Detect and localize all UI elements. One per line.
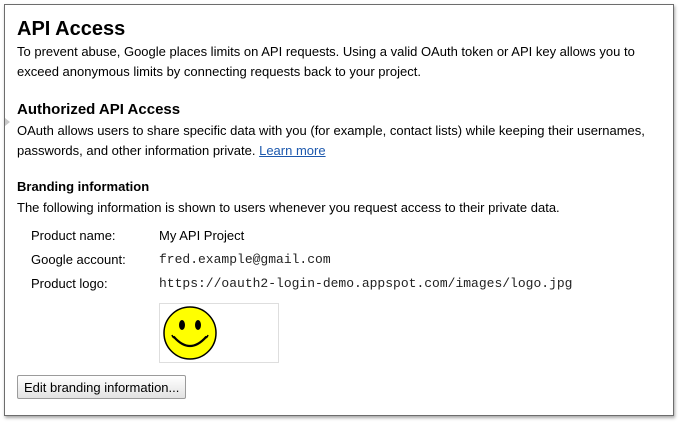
authorized-section-title: Authorized API Access	[17, 101, 181, 118]
google-account-row: Google account: fred.example@gmail.com	[31, 247, 663, 271]
product-name-row: Product name: My API Project	[31, 223, 663, 247]
product-name-value: My API Project	[159, 227, 245, 243]
edit-branding-button[interactable]: Edit branding information...	[17, 375, 187, 399]
expand-arrow-icon	[5, 118, 10, 126]
page-title: API Access	[17, 18, 126, 40]
branding-info-table: Product name: My API Project Google acco…	[31, 223, 663, 295]
product-logo-label: Product logo:	[31, 275, 108, 291]
authorized-section-text: OAuth allows users to share specific dat…	[17, 121, 663, 161]
page-intro: To prevent abuse, Google places limits o…	[17, 44, 635, 79]
smiley-face-icon	[163, 306, 217, 360]
google-account-value: fred.example@gmail.com	[159, 251, 331, 267]
learn-more-link[interactable]: Learn more	[259, 143, 325, 158]
product-logo-row: Product logo: https://oauth2-login-demo.…	[31, 271, 663, 295]
authorized-description: OAuth allows users to share specific dat…	[17, 123, 645, 158]
product-logo-url: https://oauth2-login-demo.appspot.com/im…	[159, 275, 573, 291]
api-access-panel: API Access To prevent abuse, Google plac…	[4, 4, 674, 416]
panel-content: API Access To prevent abuse, Google plac…	[17, 17, 663, 399]
product-logo-preview	[159, 303, 279, 363]
branding-section-title: Branding information	[17, 179, 150, 194]
google-account-label: Google account:	[31, 251, 126, 267]
product-name-label: Product name:	[31, 227, 116, 243]
branding-description: The following information is shown to us…	[17, 200, 560, 215]
